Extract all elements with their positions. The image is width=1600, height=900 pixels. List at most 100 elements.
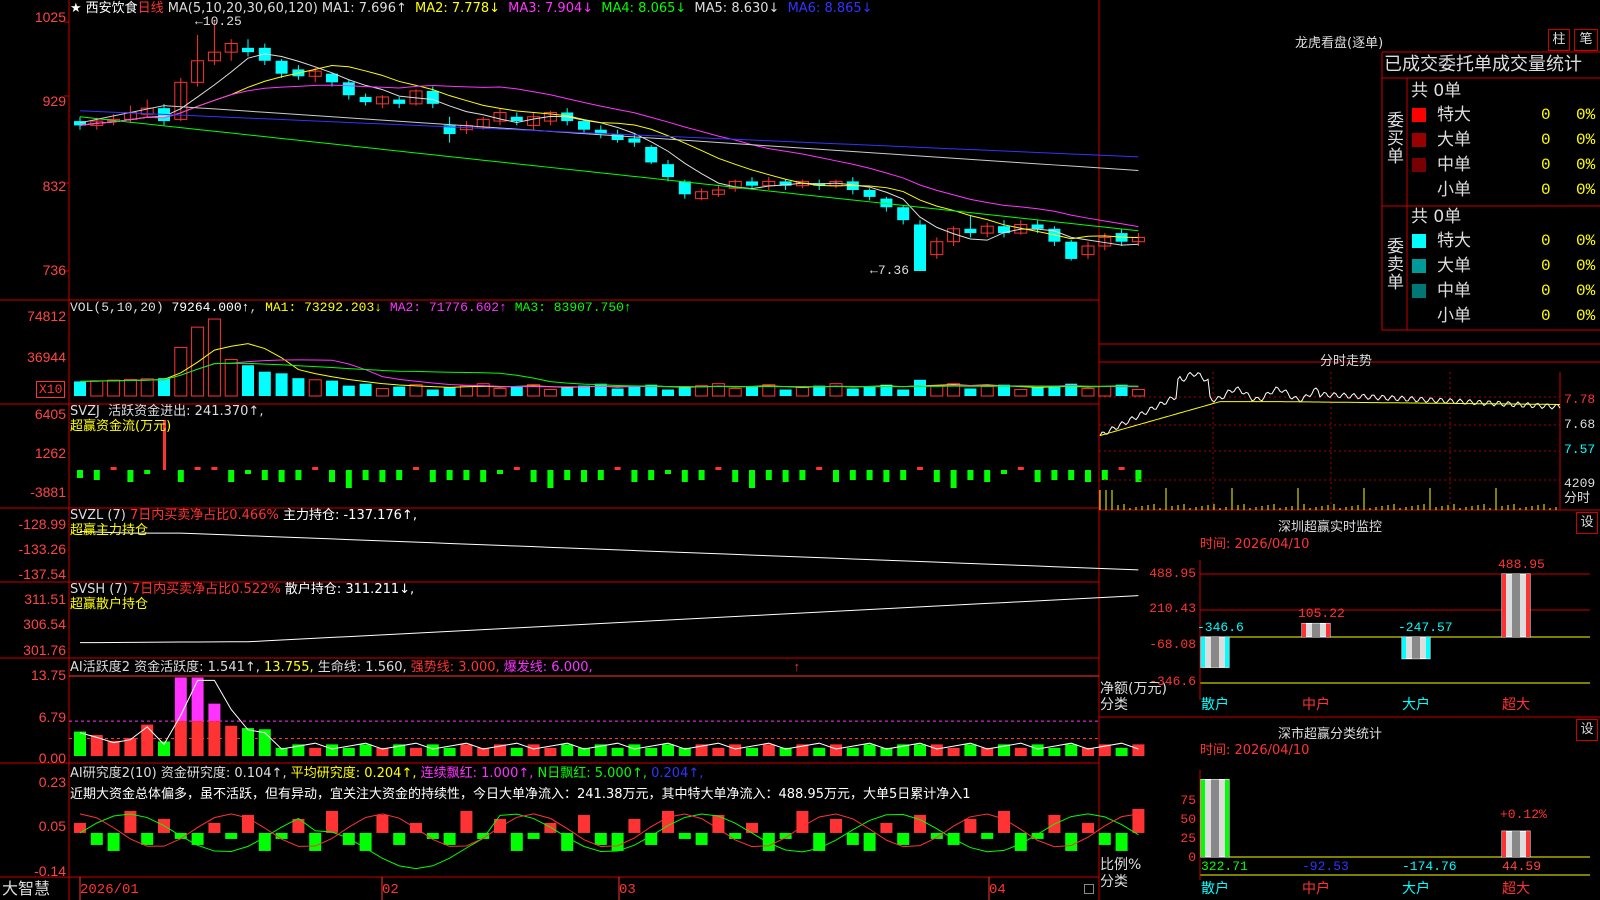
- ai1-bar: [813, 747, 826, 756]
- svzj-bar-up: [1017, 467, 1024, 470]
- sz-monitor-cat-label: 分类: [1100, 697, 1128, 713]
- ai1-bar: [863, 744, 876, 756]
- ma-value-5: MA6: 8.865↓: [787, 1, 873, 16]
- sz2-cat-2[interactable]: 大户: [1402, 882, 1430, 896]
- period-label[interactable]: 日线: [138, 1, 164, 16]
- vol-bar-down: [510, 386, 523, 396]
- buy-row-label-2: 中单: [1437, 155, 1471, 175]
- svzj-bar-down: [681, 470, 688, 482]
- ai2-axis-1: 0.23: [38, 774, 66, 790]
- ai2-bar-up: [628, 818, 641, 833]
- ai1-bar: [107, 740, 120, 756]
- ai1-bar: [359, 744, 372, 756]
- sz1-bar-shade-3: [1512, 574, 1520, 637]
- ai2-bar-up: [74, 822, 86, 833]
- svzj-bar-up: [1118, 467, 1125, 470]
- ai2-axis-3: -0.14: [34, 863, 66, 879]
- ai1-value-0: 资金活跃度: 1.541↑,: [134, 660, 265, 675]
- lock-icon[interactable]: [1084, 884, 1094, 894]
- svzj-bar-down: [564, 470, 571, 480]
- ai2-bar-down: [141, 832, 154, 845]
- intraday-axis-4: 4209: [1564, 476, 1596, 491]
- brand-logo[interactable]: 大智慧: [2, 880, 50, 898]
- sz1-bar-shade-0: [1211, 637, 1219, 668]
- ai2-bar-down: [225, 832, 238, 839]
- svzj-bar-down: [93, 470, 100, 480]
- ai2-value-4: 0.204↑,: [651, 766, 704, 781]
- sz1-cat-2[interactable]: 大户: [1402, 698, 1430, 712]
- sz2-bar-shade-3: [1512, 831, 1520, 857]
- svzj-bar-down: [446, 470, 453, 480]
- ai1-bar: [611, 747, 624, 756]
- sz-monitor-title: 深圳超赢实时监控: [1278, 520, 1383, 535]
- vol-bar-down: [678, 387, 691, 396]
- intraday-title[interactable]: 分时走势: [1320, 350, 1372, 369]
- svsh-axis-1: 311.51: [24, 591, 66, 607]
- ai1-bar: [225, 725, 238, 756]
- svzj-bar-down: [1101, 470, 1108, 480]
- candle-body-down: [426, 90, 439, 104]
- vol-bar-down: [74, 381, 86, 396]
- svzj-label: SVZJ: [70, 404, 100, 419]
- sz2-cat-3[interactable]: 超大: [1502, 882, 1530, 896]
- ai2-bar-up: [964, 818, 977, 833]
- candle-body-down: [611, 134, 624, 141]
- sz-stat-settings-button[interactable]: 设: [1576, 719, 1598, 741]
- svzj-bar-down: [631, 470, 638, 482]
- vol-bar-up: [191, 326, 205, 397]
- sell-row-value-0: 0: [1541, 232, 1551, 250]
- ai1-bar: [208, 721, 221, 756]
- svzj-bar-down: [849, 470, 856, 480]
- stock-name[interactable]: 西安饮食: [86, 1, 138, 16]
- vol-bar-down: [326, 380, 338, 396]
- ai2-bar-up: [662, 810, 674, 833]
- sz-stat-pct: +0.12%: [1500, 807, 1547, 822]
- buy-swatch-1: [1412, 133, 1426, 147]
- svzj-bar-down: [782, 470, 789, 482]
- sz1-bar-edge-r-3: [1526, 574, 1530, 637]
- vol-bar-down: [561, 387, 574, 396]
- ai1-bar: [846, 747, 859, 756]
- vol-bar-up: [795, 387, 809, 397]
- ai2-bar-down: [594, 832, 607, 845]
- ai2-bar-down: [561, 832, 574, 851]
- sz1-bar-edge-2: [1402, 637, 1406, 659]
- svzj-bar-down: [665, 470, 671, 474]
- tick-mode-button[interactable]: 笔: [1574, 29, 1598, 51]
- sz1-cat-3[interactable]: 超大: [1502, 698, 1530, 712]
- ai2-bar-down: [678, 832, 691, 839]
- high-value: 10.25: [202, 14, 242, 29]
- ai1-bar: [74, 731, 86, 756]
- price-header: ★ 西安饮食日线 MA(5,10,20,30,60,120) MA1: 7.696↑ …: [70, 2, 881, 16]
- vol-bar-down: [158, 378, 170, 396]
- ai1-bar-burst: [208, 703, 221, 722]
- sz1-cat-1[interactable]: 中户: [1302, 698, 1330, 712]
- candle-body-down: [1031, 224, 1044, 229]
- low-value: 7.36: [877, 263, 910, 278]
- vol-unit-badge[interactable]: X10: [36, 381, 66, 398]
- vol-bar-up: [90, 380, 104, 397]
- ai1-value-3: 强势线: 3.000,: [410, 660, 504, 675]
- chart-canvas[interactable]: [0, 0, 1600, 900]
- bar-mode-button[interactable]: 柱: [1548, 29, 1570, 51]
- svzl-label: SVZL (7): [70, 508, 126, 523]
- sz2-cat-1[interactable]: 中户: [1302, 882, 1330, 896]
- sz1-cat-0[interactable]: 散户: [1201, 698, 1229, 712]
- buy-row-label-3: 小单: [1437, 180, 1471, 200]
- svzj-bar-down: [1001, 470, 1007, 474]
- svzj-bar-down: [1085, 470, 1091, 482]
- ma-value-4: MA5: 8.630↓: [694, 1, 784, 16]
- ai1-bar: [242, 728, 254, 756]
- ai1-bar: [947, 747, 960, 756]
- svzj-bar-down: [261, 470, 268, 480]
- sz-monitor-settings-button[interactable]: 设: [1576, 512, 1598, 534]
- sz2-cat-0[interactable]: 散户: [1201, 882, 1229, 896]
- ai1-bar: [1014, 747, 1027, 756]
- svzj-bar-down: [1051, 470, 1058, 480]
- svzl-axis-1: -128.99: [18, 516, 66, 532]
- svzj-bar-down: [127, 470, 134, 482]
- ai1-bar: [662, 744, 674, 756]
- sz1-bar-shade-1: [1312, 623, 1320, 637]
- ai1-bar: [326, 744, 338, 756]
- vol-ma10: [79, 359, 1139, 388]
